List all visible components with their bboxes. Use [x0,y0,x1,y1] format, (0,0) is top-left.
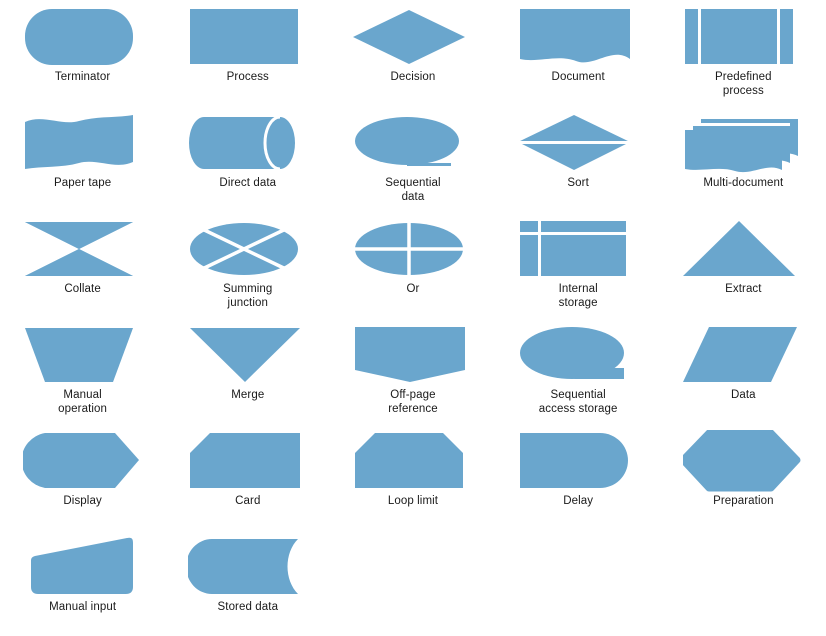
shape-cell-extract[interactable]: Extract [661,212,826,318]
summing-junction-shape-icon [189,223,298,275]
direct-data-shape-icon [188,115,295,171]
shape-cell-terminator[interactable]: Terminator [0,0,165,106]
shape-cell-merge[interactable]: Merge [165,318,330,424]
merge-shape-icon [189,328,300,382]
shape-cell-summing-junction[interactable]: Summing junction [165,212,330,318]
shape-cell-sort[interactable]: Sort [496,106,661,212]
shape-label-sequential-access-storage: Sequential access storage [538,389,618,415]
shape-label-collate: Collate [64,283,101,295]
shape-label-or: Or [406,283,420,295]
shape-label-process: Process [226,71,269,83]
shape-cell-data[interactable]: Data [661,318,826,424]
shape-label-paper-tape: Paper tape [53,177,112,189]
off-page-reference-shape-icon [354,327,465,382]
shape-cell-document[interactable]: Document [496,0,661,106]
collate-shape-icon [24,222,133,276]
shape-label-stored-data: Stored data [217,601,279,613]
shape-cell-decision[interactable]: Decision [330,0,495,106]
shape-cell-internal-storage[interactable]: Internal storage [496,212,661,318]
shape-cell-direct-data[interactable]: Direct data [165,106,330,212]
shape-label-terminator: Terminator [54,71,111,83]
shape-label-data: Data [730,389,756,401]
manual-operation-shape-icon [24,328,133,382]
shape-cell-display[interactable]: Display [0,424,165,530]
terminator-shape-icon [24,9,133,65]
shape-label-loop-limit: Loop limit [387,495,439,507]
shape-cell-paper-tape[interactable]: Paper tape [0,106,165,212]
sequential-access-storage-shape-icon [520,327,625,379]
shape-cell-manual-input[interactable]: Manual input [0,530,165,636]
data-shape-icon [683,327,798,382]
shape-cell-or[interactable]: Or [330,212,495,318]
shape-cell-sequential-data[interactable]: Sequential data [330,106,495,212]
shape-cell-multi-document[interactable]: Multi-document [661,106,826,212]
process-shape-icon [189,9,298,64]
shape-label-manual-input: Manual input [49,601,117,613]
shape-label-off-page-reference: Off-page reference [388,389,438,415]
shape-label-predefined-process: Predefined process [715,71,772,97]
shape-label-preparation: Preparation [713,495,774,507]
shape-label-display: Display [63,495,102,507]
shape-cell-process[interactable]: Process [165,0,330,106]
shape-cell-card[interactable]: Card [165,424,330,530]
shape-label-card: Card [235,495,261,507]
delay-shape-icon [520,433,629,488]
shape-cell-off-page-reference[interactable]: Off-page reference [330,318,495,424]
shape-cell-sequential-access-storage[interactable]: Sequential access storage [496,318,661,424]
shape-label-merge: Merge [231,389,265,401]
card-shape-icon [189,433,300,488]
shape-label-sequential-data: Sequential data [385,177,441,203]
shape-label-extract: Extract [725,283,762,295]
decision-shape-icon [352,10,465,64]
shape-cell-collate[interactable]: Collate [0,212,165,318]
shape-label-decision: Decision [390,71,436,83]
shape-cell-loop-limit[interactable]: Loop limit [330,424,495,530]
paper-tape-shape-icon [24,115,133,169]
stored-data-shape-icon [187,539,298,594]
shape-label-internal-storage: Internal storage [558,283,598,309]
document-shape-icon [520,9,631,63]
shape-cell-manual-operation[interactable]: Manual operation [0,318,165,424]
shape-cell-predefined-process[interactable]: Predefined process [661,0,826,106]
predefined-process-shape-icon [685,9,794,64]
shape-label-sort: Sort [567,177,589,189]
manual-input-shape-icon [30,537,133,594]
shape-label-delay: Delay [563,495,594,507]
shape-cell-preparation[interactable]: Preparation [661,424,826,530]
preparation-shape-icon [683,430,801,492]
or-shape-icon [354,223,463,275]
shape-label-summing-junction: Summing junction [223,283,273,309]
shape-label-multi-document: Multi-document [703,177,784,189]
shape-cell-stored-data[interactable]: Stored data [165,530,330,636]
shape-label-direct-data: Direct data [219,177,277,189]
flowchart-shape-grid: Terminator Process Decision Document Predef… [0,0,826,636]
display-shape-icon [22,433,139,488]
shape-cell-delay[interactable]: Delay [496,424,661,530]
sequential-data-shape-icon [354,117,459,166]
internal-storage-shape-icon [520,221,627,276]
shape-label-manual-operation: Manual operation [58,389,108,415]
sort-shape-icon [518,115,631,170]
multi-document-shape-icon [685,116,799,173]
shape-label-document: Document [551,71,605,83]
extract-shape-icon [683,221,796,276]
loop-limit-shape-icon [354,433,463,488]
